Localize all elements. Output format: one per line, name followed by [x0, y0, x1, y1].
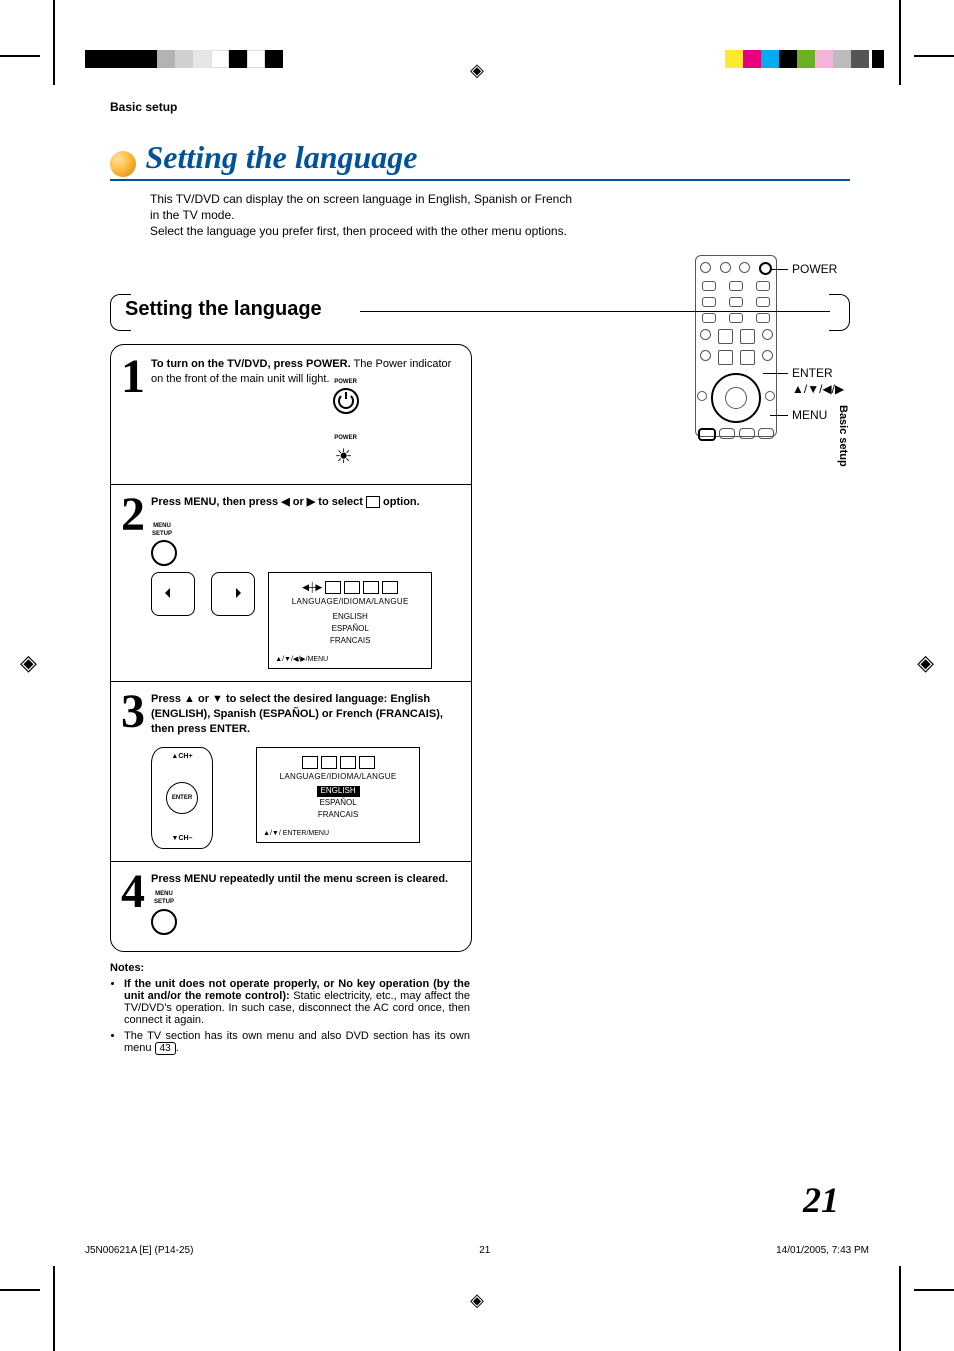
menu-button-icon — [151, 540, 177, 566]
menu-btn-label: MENU SETUP — [151, 522, 173, 538]
page-reference: 43 — [155, 1042, 176, 1055]
step-number: 1 — [121, 357, 151, 472]
osd-title: LANGUAGE/IDIOMA/LANGUE — [263, 772, 413, 783]
power-btn-label: POWER — [333, 378, 359, 386]
remote-diagram: POWER ENTER ▲/▼/◀/▶ MENU — [695, 255, 954, 455]
footer-left: J5N00621A [E] (P14-25) — [85, 1245, 193, 1256]
power-indicator-label: POWER — [333, 434, 359, 442]
footer-right: 14/01/2005, 7:43 PM — [776, 1245, 869, 1256]
remote-power-label: POWER — [792, 262, 837, 276]
step-number: 3 — [121, 692, 151, 849]
step2-text-pre: Press MENU, then press ◀ or ▶ to select — [151, 496, 366, 508]
section-header: Basic setup — [110, 100, 850, 114]
dpad-enter-icon: ▲CH+ ENTER ▼CH– — [151, 747, 213, 849]
osd-footer: ▲/▼/◀/▶/MENU — [275, 655, 425, 664]
step1-title: To turn on the TV/DVD, press POWER. — [151, 358, 351, 370]
osd-item: ESPAÑOL — [275, 624, 425, 635]
osd-screen: ◀┼▶ LANGUAGE/IDIOMA/LANGUE ENGLISH ESPAÑ… — [268, 572, 432, 669]
print-footer: J5N00621A [E] (P14-25) 21 14/01/2005, 7:… — [85, 1245, 869, 1256]
remote-enter-label: ENTER — [792, 366, 833, 380]
osd-footer: ▲/▼/ ENTER/MENU — [263, 829, 413, 838]
side-tab: Basic setup — [837, 405, 849, 467]
notes-heading: Notes: — [110, 962, 470, 974]
left-arrow-button — [151, 572, 195, 616]
step-number: 2 — [121, 495, 151, 669]
remote-arrows-label: ▲/▼/◀/▶ — [792, 382, 844, 396]
side-registration-icon: ◈ — [20, 650, 37, 676]
osd-item: ESPAÑOL — [263, 798, 413, 809]
subheading: Setting the language — [125, 298, 322, 321]
note-item: If the unit does not operate properly, o… — [124, 978, 470, 1026]
remote-menu-label: MENU — [792, 408, 827, 422]
osd-item: FRANCAIS — [263, 810, 413, 821]
intro-text: This TV/DVD can display the on screen la… — [150, 191, 580, 223]
osd-item: ENGLISH — [275, 612, 425, 623]
power-indicator-icon — [333, 444, 359, 470]
side-registration-icon: ◈ — [917, 650, 934, 676]
osd-item: FRANCAIS — [275, 636, 425, 647]
footer-center: 21 — [479, 1245, 490, 1256]
registration-bar: ◈ — [0, 35, 954, 80]
step3-text: Press ▲ or ▼ to select the desired langu… — [151, 693, 443, 735]
osd-item-selected: ENGLISH — [317, 786, 360, 797]
bottom-registration-icon: ◈ — [470, 1290, 484, 1311]
osd-title: LANGUAGE/IDIOMA/LANGUE — [275, 597, 425, 608]
note-item: The TV section has its own menu and also… — [124, 1030, 470, 1055]
page-number: 21 — [803, 1179, 839, 1221]
osd-screen: LANGUAGE/IDIOMA/LANGUE ENGLISH ESPAÑOL F… — [256, 747, 420, 844]
step2-text-post: option. — [380, 496, 420, 508]
title-bullet-icon — [110, 151, 136, 177]
step-number: 4 — [121, 872, 151, 937]
intro-text: Select the language you prefer first, th… — [150, 223, 580, 239]
menu-btn-label: MENU SETUP — [151, 890, 177, 906]
right-arrow-button — [211, 572, 255, 616]
menu-button-icon — [151, 909, 177, 935]
center-mark-icon: ◈ — [470, 60, 484, 81]
step4-text: Press MENU repeatedly until the menu scr… — [151, 873, 448, 885]
setup-icon — [366, 496, 380, 508]
power-button-icon — [333, 388, 359, 414]
page-title: Setting the language — [145, 139, 417, 175]
